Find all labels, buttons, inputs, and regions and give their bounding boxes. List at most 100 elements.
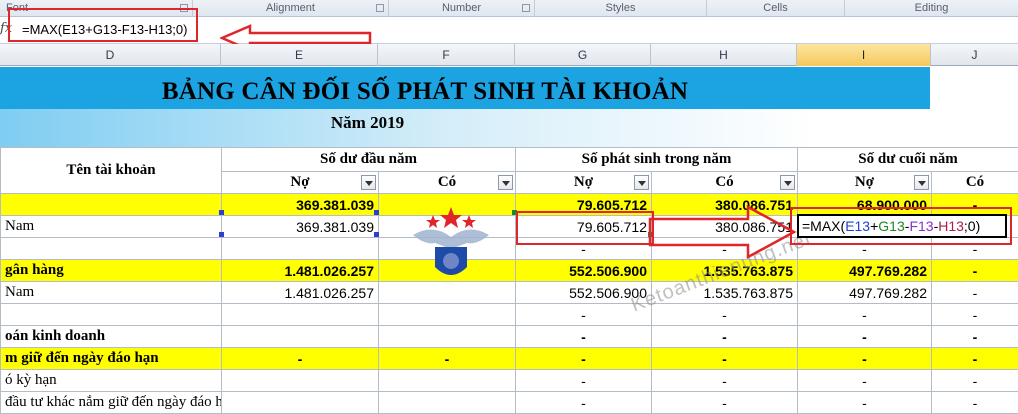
cell-d[interactable] <box>0 303 222 326</box>
selection-handle[interactable] <box>374 232 379 237</box>
header-label: Có <box>715 174 734 190</box>
cell-j[interactable]: - <box>930 391 1018 414</box>
column-header-e[interactable]: E <box>221 44 378 66</box>
column-header-f[interactable]: F <box>378 44 515 66</box>
cell-d[interactable]: m giữ đến ngày đáo hạn <box>0 347 222 370</box>
cell-i[interactable]: 497.769.282 <box>797 259 932 282</box>
cell-e[interactable] <box>221 303 379 326</box>
ribbon-group-styles[interactable]: Styles <box>535 0 707 17</box>
cell-g[interactable]: - <box>515 369 652 392</box>
cell-e[interactable]: 1.481.026.257 <box>221 259 379 282</box>
formula-ref-token: H13 <box>938 218 964 234</box>
filter-dropdown-icon[interactable] <box>780 175 795 190</box>
column-header-bar: D E F G H I J <box>0 44 1018 66</box>
header-opening-debit[interactable]: Nợ <box>221 171 379 194</box>
cell-d[interactable]: Nam <box>0 281 222 304</box>
cell-g[interactable]: - <box>515 391 652 414</box>
filter-dropdown-icon[interactable] <box>361 175 376 190</box>
filter-dropdown-icon[interactable] <box>914 175 929 190</box>
header-closing-credit[interactable]: Có <box>930 171 1018 194</box>
cell-h[interactable]: - <box>651 391 798 414</box>
cell-j[interactable]: - <box>930 259 1018 282</box>
header-opening-credit[interactable]: Có <box>378 171 516 194</box>
cell-h[interactable]: - <box>651 303 798 326</box>
formula-ref-token: G13 <box>878 218 905 234</box>
table-row: ó kỳ hạn - - - - <box>0 369 1018 392</box>
sheet-grid: Tên tài khoản Số dư đầu năm Số phát sinh… <box>0 147 1018 414</box>
header-opening-balance[interactable]: Số dư đầu năm <box>221 147 516 172</box>
cell-f[interactable] <box>378 391 516 414</box>
cell-i[interactable]: 497.769.282 <box>797 281 932 304</box>
cell-f[interactable] <box>378 325 516 348</box>
filter-dropdown-icon[interactable] <box>634 175 649 190</box>
table-row: gân hàng 1.481.026.257 552.506.900 1.535.76… <box>0 259 1018 282</box>
header-period-credit[interactable]: Có <box>651 171 798 194</box>
header-closing-debit[interactable]: Nợ <box>797 171 932 194</box>
right-arrow-icon <box>648 205 797 259</box>
selection-handle[interactable] <box>374 210 379 215</box>
cell-h[interactable]: - <box>651 347 798 370</box>
selection-handle[interactable] <box>219 232 224 237</box>
cell-d[interactable]: đầu tư khác nắm giữ đến ngày đáo hạn <box>0 391 222 414</box>
ribbon-group-alignment[interactable]: Alignment <box>193 0 389 17</box>
filter-dropdown-icon[interactable] <box>498 175 513 190</box>
header-period-debit[interactable]: Nợ <box>515 171 652 194</box>
cell-g[interactable]: - <box>515 347 652 370</box>
cell-e[interactable]: 369.381.039 <box>221 215 379 238</box>
table-row: m giữ đến ngày đáo hạn - - - - - - <box>0 347 1018 370</box>
cell-i[interactable]: - <box>797 391 932 414</box>
column-header-d[interactable]: D <box>0 44 221 66</box>
cell-g[interactable]: - <box>515 303 652 326</box>
cell-e[interactable]: 369.381.039 <box>221 193 379 216</box>
cell-e[interactable] <box>221 391 379 414</box>
ribbon-group-label: Cells <box>763 2 788 14</box>
column-header-i[interactable]: I <box>797 44 931 66</box>
table-row: Nam 1.481.026.257 552.506.900 1.535.763.875… <box>0 281 1018 304</box>
header-closing-balance[interactable]: Số dư cuối năm <box>796 147 1018 172</box>
cell-d[interactable] <box>0 237 222 260</box>
cell-j[interactable]: - <box>930 347 1018 370</box>
cell-e[interactable]: 1.481.026.257 <box>221 281 379 304</box>
table-row: oán kinh doanh - - - - <box>0 325 1018 348</box>
column-header-h[interactable]: H <box>651 44 797 66</box>
ribbon-group-editing[interactable]: Editing <box>845 0 1018 17</box>
cell-j[interactable]: - <box>930 281 1018 304</box>
cell-d[interactable]: gân hàng <box>0 259 222 282</box>
cell-g[interactable]: 552.506.900 <box>515 259 652 282</box>
cell-e[interactable] <box>221 237 379 260</box>
cell-d[interactable]: Nam <box>0 215 222 238</box>
cell-f[interactable]: - <box>378 347 516 370</box>
header-account-name[interactable]: Tên tài khoản <box>0 147 222 194</box>
cell-d[interactable]: ó kỳ hạn <box>0 369 222 392</box>
dialog-launcher-icon[interactable] <box>376 4 384 12</box>
cell-j[interactable]: - <box>930 303 1018 326</box>
cell-i[interactable]: - <box>797 325 932 348</box>
ribbon-group-label: Number <box>441 2 482 14</box>
cell-d[interactable]: oán kinh doanh <box>0 325 222 348</box>
cell-h[interactable]: - <box>651 369 798 392</box>
cell-j[interactable]: - <box>930 369 1018 392</box>
sheet-year: Năm 2019 <box>330 113 405 132</box>
active-cell-editor[interactable]: =MAX(E13+G13-F13-H13;0) <box>797 214 1007 238</box>
cell-d[interactable] <box>0 193 222 216</box>
formula-token: =MAX( <box>802 218 846 234</box>
cell-f[interactable] <box>378 369 516 392</box>
cell-i[interactable]: - <box>797 369 932 392</box>
column-header-g[interactable]: G <box>515 44 651 66</box>
header-period-activity[interactable]: Số phát sinh trong năm <box>515 147 798 172</box>
selection-handle[interactable] <box>219 210 224 215</box>
formula-token: ;0) <box>963 218 981 234</box>
cell-i[interactable]: - <box>797 347 932 370</box>
dialog-launcher-icon[interactable] <box>522 4 530 12</box>
cell-h[interactable]: - <box>651 325 798 348</box>
ribbon-group-cells[interactable]: Cells <box>707 0 845 17</box>
column-header-j[interactable]: J <box>931 44 1018 66</box>
ribbon-group-number[interactable]: Number <box>389 0 535 17</box>
cell-i[interactable]: - <box>797 303 932 326</box>
cell-e[interactable]: - <box>221 347 379 370</box>
cell-e[interactable] <box>221 325 379 348</box>
cell-g[interactable]: - <box>515 325 652 348</box>
cell-j[interactable]: - <box>930 325 1018 348</box>
cell-e[interactable] <box>221 369 379 392</box>
cell-f[interactable] <box>378 303 516 326</box>
